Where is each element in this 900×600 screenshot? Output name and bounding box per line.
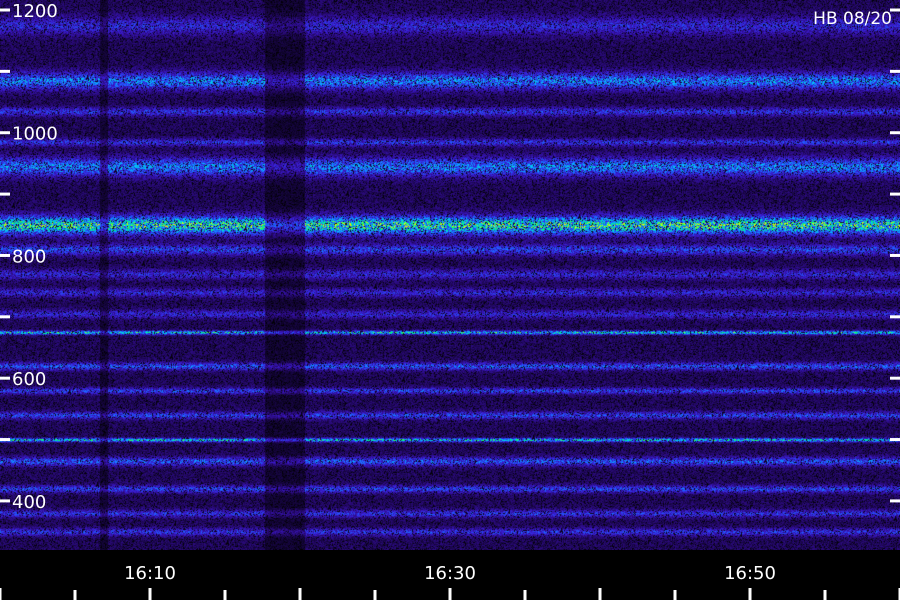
spectrogram-overlay: 1200 1000 800 600 400 16:10 16:30 16:50 HB 08/20 bbox=[0, 1, 900, 600]
recording-stamp: HB 08/20 bbox=[813, 9, 892, 29]
y-tick-label-1000: 1000 bbox=[12, 124, 58, 145]
y-tick-label-600: 600 bbox=[12, 369, 46, 390]
y-tick-label-400: 400 bbox=[12, 492, 46, 513]
y-tick-label-800: 800 bbox=[12, 246, 46, 267]
x-tick-label-1630: 16:30 bbox=[424, 563, 476, 584]
spectrogram-frame: 1200 1000 800 600 400 16:10 16:30 16:50 HB 08/20 bbox=[0, 0, 900, 600]
x-tick-label-1650: 16:50 bbox=[724, 563, 776, 584]
y-tick-label-1200: 1200 bbox=[12, 1, 58, 22]
x-tick-label-1610: 16:10 bbox=[124, 563, 176, 584]
